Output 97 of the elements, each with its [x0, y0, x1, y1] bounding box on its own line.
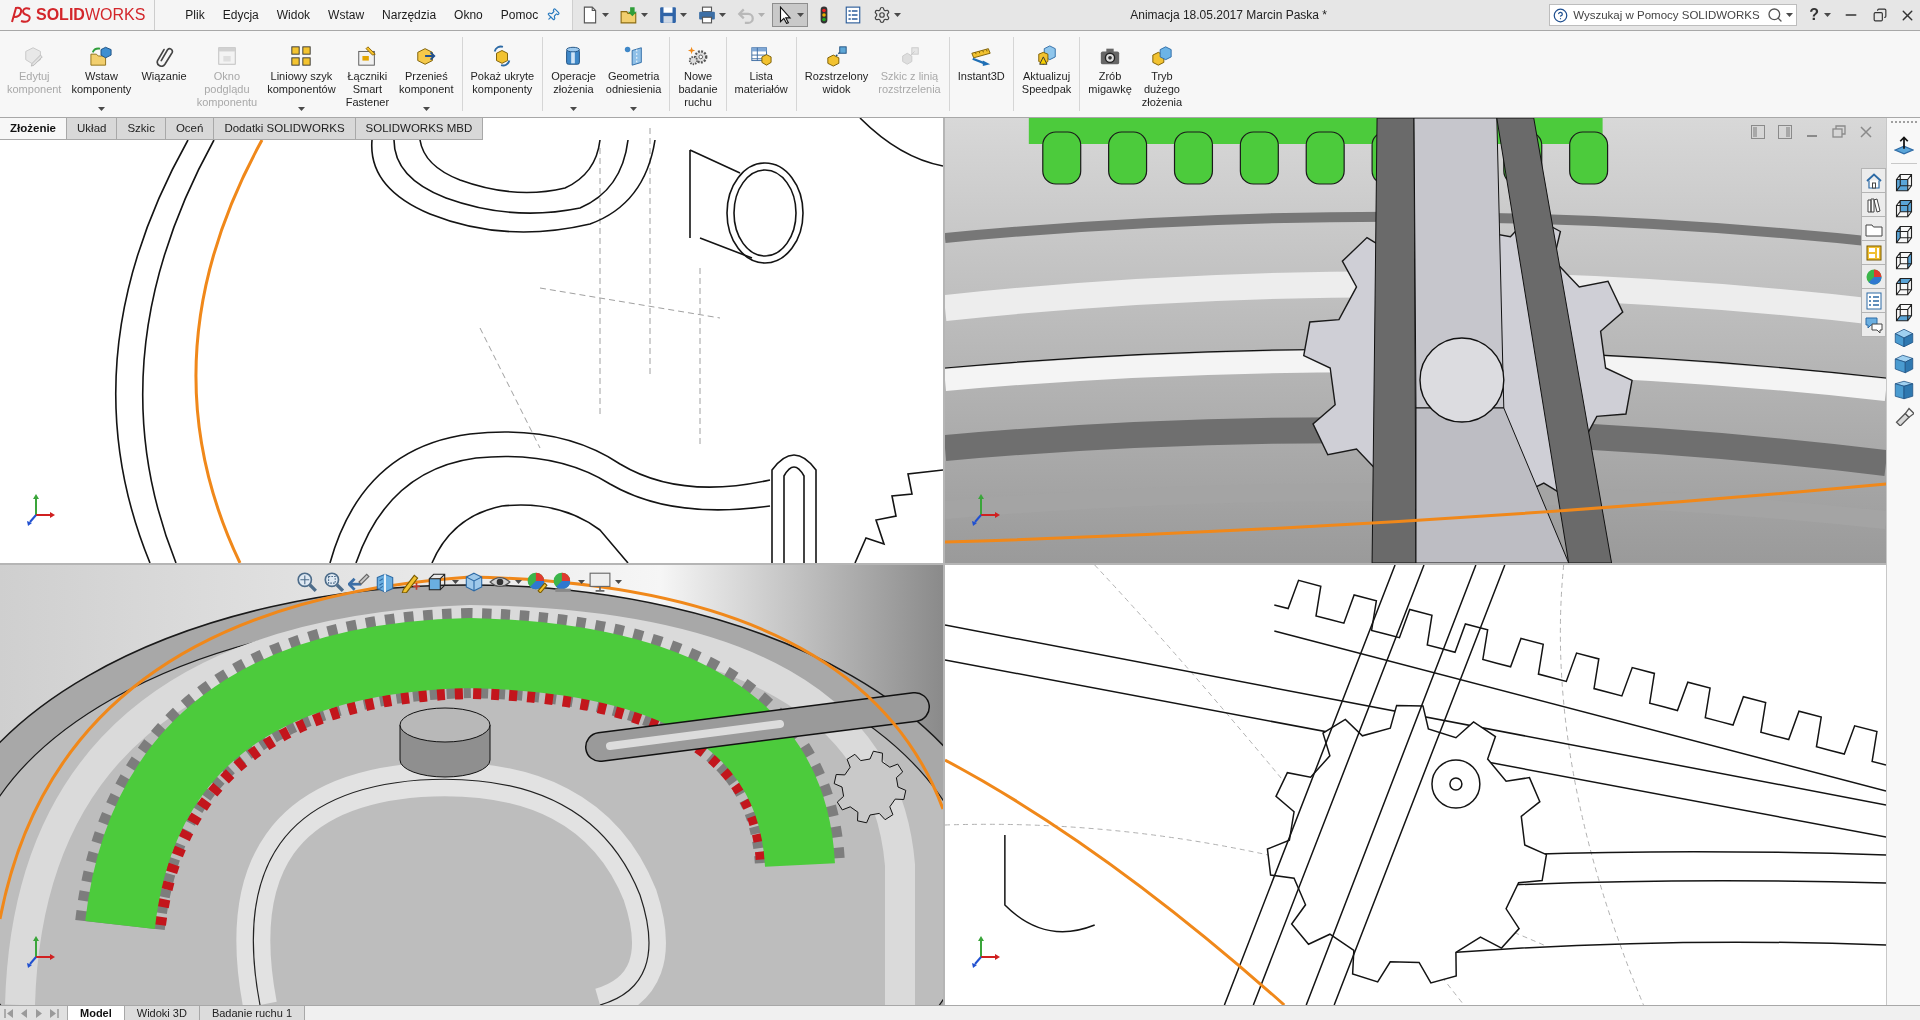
document-title: Animacja 18.05.2017 Marcin Paska *: [1130, 7, 1327, 24]
help-search-field[interactable]: Wyszukaj w Pomocy SOLIDWORKS: [1549, 4, 1798, 26]
caret-icon[interactable]: [569, 107, 577, 111]
mate-button[interactable]: Wiązanie: [136, 31, 192, 117]
speedpak-button[interactable]: Aktualizuj Speedpak: [1016, 31, 1077, 117]
color-ball-pencil-icon[interactable]: [526, 571, 548, 593]
table-cube-icon: [750, 45, 773, 67]
menu-item[interactable]: Pomoc: [492, 6, 547, 24]
solid-cube-icon[interactable]: [1893, 354, 1914, 374]
menu-item[interactable]: Edycja: [214, 6, 267, 24]
paperclip-icon: [153, 45, 175, 67]
caret-icon[interactable]: [1824, 13, 1831, 17]
caret-icon[interactable]: [680, 13, 687, 17]
shaded-cube-icon[interactable]: [463, 571, 485, 593]
cube-warning-icon: [1035, 45, 1058, 67]
ruler-arrow-icon: [970, 45, 993, 67]
cube-icon[interactable]: [1893, 250, 1914, 270]
caret-icon[interactable]: [297, 107, 305, 111]
show-hidden-button[interactable]: Pokaż ukryte komponenty: [465, 31, 540, 117]
menu-item[interactable]: Plik: [177, 6, 213, 24]
part-pencil-icon: [23, 45, 46, 67]
motion-study-button[interactable]: Nowe badanie ruchu: [673, 31, 723, 117]
caret-icon[interactable]: [797, 13, 804, 17]
command-tab[interactable]: Układ: [67, 118, 118, 139]
menu-item[interactable]: Okno: [446, 6, 491, 24]
monitor-icon[interactable]: [589, 571, 611, 593]
search-icon[interactable]: [1767, 7, 1784, 23]
settings-icon: [873, 6, 891, 24]
assembly-features-button[interactable]: Operacje złożenia: [546, 31, 601, 117]
large-assembly-button[interactable]: Tryb dużego złożenia: [1136, 31, 1188, 117]
axis-triad-icon: [971, 935, 1001, 969]
printer-icon: [698, 6, 716, 24]
blank-page-icon: [581, 6, 599, 24]
solid-cube-icon[interactable]: [1893, 328, 1914, 348]
logo-icon: [10, 6, 32, 24]
smart-fasteners-button[interactable]: Łączniki Smart Fastener: [340, 31, 395, 117]
cube-icon[interactable]: [1893, 224, 1914, 244]
pattern-button[interactable]: Liniowy szyk komponentów: [262, 31, 341, 117]
sheet-tab[interactable]: Badanie ruchu 1: [199, 1006, 306, 1020]
help-menu-button[interactable]: ?: [1809, 3, 1831, 27]
color-ball-stand-icon[interactable]: [552, 571, 574, 593]
plane-point-icon: [622, 45, 645, 67]
folder-cube-icon: [90, 45, 113, 67]
sheet-tab[interactable]: Model: [68, 1006, 125, 1020]
axis-triad-icon: [26, 493, 56, 527]
restore-icon[interactable]: [1873, 8, 1887, 22]
gears-icon: [687, 45, 709, 67]
box-arrow-icon: [415, 45, 438, 67]
cube-icon[interactable]: [1893, 276, 1914, 296]
insert-components-button[interactable]: Wstaw komponenty: [66, 31, 137, 117]
caret-icon[interactable]: [422, 107, 430, 111]
bom-button[interactable]: Lista materiałów: [729, 31, 793, 117]
caret-icon[interactable]: [641, 13, 648, 17]
menu-item[interactable]: Narzędzia: [374, 6, 445, 24]
select-button[interactable]: [772, 3, 808, 27]
command-tab[interactable]: Oceń: [165, 118, 215, 139]
cube-icon[interactable]: [426, 571, 448, 593]
list-document-icon: [844, 6, 862, 24]
flashlight-icon[interactable]: [1893, 406, 1914, 426]
exploded-view-button[interactable]: Rozstrzelony widok: [799, 31, 874, 117]
sheet-tab[interactable]: Widoki 3D: [124, 1006, 200, 1020]
caret-icon[interactable]: [630, 107, 638, 111]
move-component-button[interactable]: Przenieś komponent: [394, 31, 459, 117]
plane-arrow-icon[interactable]: [1893, 135, 1914, 155]
axis-triad-icon: [971, 493, 1001, 527]
command-tab[interactable]: Szkic: [117, 118, 166, 139]
menu-item[interactable]: Wstaw: [320, 6, 373, 24]
caret-icon[interactable]: [602, 13, 609, 17]
cube-icon[interactable]: [1893, 198, 1914, 218]
caret-icon[interactable]: [719, 13, 726, 17]
menu-item[interactable]: Widok: [268, 6, 319, 24]
reference-geometry-button[interactable]: Geometria odniesienia: [600, 31, 667, 117]
caret-icon[interactable]: [1786, 13, 1794, 17]
instant3d-button[interactable]: Instant3D: [952, 31, 1010, 117]
cube-icon[interactable]: [1893, 302, 1914, 322]
folder-arrow-icon: [620, 6, 638, 24]
cube-icon[interactable]: [1893, 172, 1914, 192]
undo-arrow-icon: [737, 6, 755, 24]
grid-squares-icon: [290, 45, 313, 67]
logo-text: SOLIDWORKS: [36, 7, 146, 23]
bolt-box-icon: [356, 45, 379, 67]
command-tab[interactable]: Dodatki SOLIDWORKS: [214, 118, 356, 139]
cubes-icon: [1150, 45, 1173, 67]
axis-triad-icon: [26, 935, 56, 969]
help-icon: [1553, 7, 1569, 23]
caret-icon[interactable]: [894, 13, 901, 17]
command-tab[interactable]: SOLIDWORKS MBD: [355, 118, 484, 139]
solid-cube-icon[interactable]: [1893, 380, 1914, 400]
snapshot-button[interactable]: Zrób migawkę: [1083, 31, 1137, 117]
sliced-block-icon[interactable]: [374, 571, 396, 593]
magnifier-square-icon[interactable]: [322, 571, 344, 593]
arrow-left-icon[interactable]: [348, 571, 370, 593]
window-frame-icon: [215, 45, 238, 67]
magnifier-arrows-icon[interactable]: [296, 571, 318, 593]
command-tab[interactable]: Złożenie: [0, 118, 67, 139]
cube-arrow-icon: [825, 45, 848, 67]
caret-icon[interactable]: [97, 107, 105, 111]
